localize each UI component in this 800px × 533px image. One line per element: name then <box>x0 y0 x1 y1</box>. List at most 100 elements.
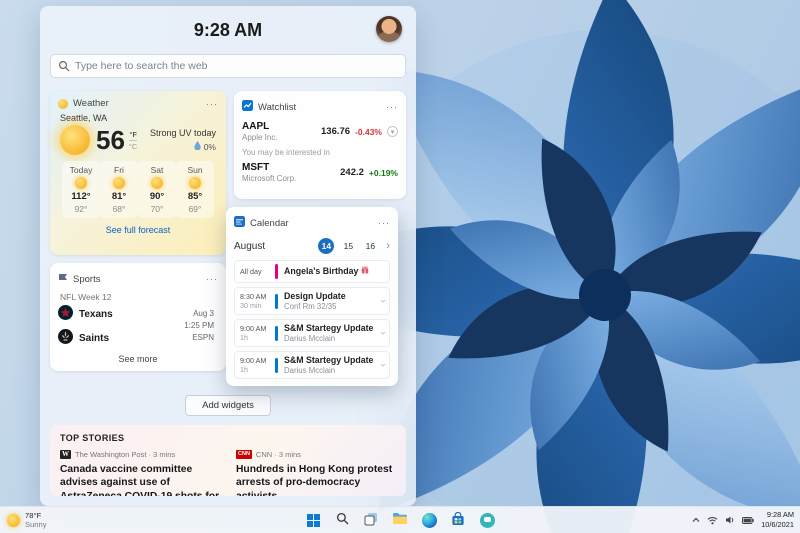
forecast-row: Today 112° 92° Fri 81° 68° Sat 90° 70° S… <box>58 159 218 218</box>
taskbar-weather-temp: 78°F <box>25 510 42 520</box>
widgets-column-left: Weather ··· Seattle, WA 56 °F °C Strong … <box>50 91 226 386</box>
event-expand-chevron-icon[interactable]: › <box>377 363 388 366</box>
forecast-day[interactable]: Sun 85° 69° <box>176 161 214 218</box>
unit-fahrenheit-toggle[interactable]: °F <box>129 130 137 139</box>
tray-date: 10/6/2021 <box>761 520 794 529</box>
tray-chevron-up-icon[interactable] <box>692 517 700 523</box>
event-expand-chevron-icon[interactable]: › <box>377 331 388 334</box>
microsoft-store-button[interactable] <box>448 510 468 530</box>
forecast-day[interactable]: Fri 81° 68° <box>100 161 138 218</box>
weather-more-button[interactable]: ··· <box>206 99 218 108</box>
task-view-button[interactable] <box>361 510 381 530</box>
forecast-high: 112° <box>71 191 91 202</box>
watchlist-more-button[interactable]: ··· <box>386 103 398 112</box>
network-wifi-icon[interactable] <box>707 516 718 525</box>
news-article[interactable]: CNN CNN · 3 mins Hundreds in Hong Kong p… <box>236 450 396 496</box>
game-time: 1:25 PM <box>184 321 214 330</box>
unit-celsius-toggle[interactable]: °C <box>128 139 138 151</box>
event-subtitle: Darius Mcclain <box>284 366 336 375</box>
calendar-event[interactable]: 8:30 AM 30 min Design Update Conf Rm 32/… <box>234 287 390 315</box>
forecast-low: 70° <box>150 204 164 214</box>
forecast-day[interactable]: Sat 90° 70° <box>138 161 176 218</box>
teams-chat-button[interactable] <box>477 510 497 530</box>
calendar-widget[interactable]: Calendar ··· August 14 15 16 › All day A… <box>226 207 398 386</box>
start-button[interactable] <box>303 510 323 530</box>
watchlist-widget[interactable]: Watchlist ··· AAPL Apple Inc. 136.76 -0.… <box>234 91 406 199</box>
article-headline: Canada vaccine committee advises against… <box>60 464 219 496</box>
stock-row-msft[interactable]: MSFT Microsoft Corp. 242.2 +0.19% <box>242 162 398 183</box>
stock-row-aapl[interactable]: AAPL Apple Inc. 136.76 -0.43% ▾ <box>242 121 398 142</box>
folder-icon <box>392 512 408 528</box>
event-duration: 1h <box>240 333 248 342</box>
sports-more-button[interactable]: ··· <box>206 275 218 284</box>
taskbar: 78°F Sunny 9:28 AM 10/6/2021 <box>0 506 800 533</box>
search-icon <box>336 512 349 528</box>
forecast-low: 92° <box>74 204 88 214</box>
stock-change: -0.43% <box>355 126 382 137</box>
event-color-bar <box>275 325 278 341</box>
cnn-logo-icon: CNN <box>236 450 252 459</box>
date-pill-selected[interactable]: 14 <box>318 238 335 254</box>
sun-icon <box>189 177 201 189</box>
sports-widget[interactable]: Sports ··· NFL Week 12 Texans Saints Aug… <box>50 263 226 371</box>
edge-button[interactable] <box>419 510 439 530</box>
event-duration: 30 min <box>240 301 262 310</box>
washington-post-logo-icon: W <box>60 450 71 459</box>
taskbar-weather-button[interactable]: 78°F Sunny <box>7 511 47 530</box>
event-title: Angela's Birthday <box>284 266 359 276</box>
forecast-day[interactable]: Today 112° 92° <box>62 161 100 218</box>
tray-clock[interactable]: 9:28 AM 10/6/2021 <box>761 510 794 530</box>
weather-widget[interactable]: Weather ··· Seattle, WA 56 °F °C Strong … <box>50 91 226 255</box>
system-tray: 9:28 AM 10/6/2021 <box>692 510 794 530</box>
stock-company: Apple Inc. <box>242 133 278 142</box>
stock-symbol: AAPL <box>242 121 270 132</box>
sports-title: Sports <box>73 273 101 285</box>
file-explorer-button[interactable] <box>390 510 410 530</box>
match-row[interactable]: Texans Saints Aug 3 1:25 PM ESPN <box>58 305 218 347</box>
game-date: Aug 3 <box>193 309 214 318</box>
weather-condition: Strong UV today <box>149 128 216 138</box>
news-article[interactable]: W The Washington Post · 3 mins Canada va… <box>60 450 220 496</box>
see-more-link[interactable]: See more <box>58 354 218 364</box>
calendar-event[interactable]: All day Angela's Birthday <box>234 260 390 283</box>
stock-price: 136.76 <box>321 126 351 137</box>
see-full-forecast-link[interactable]: See full forecast <box>58 225 218 235</box>
event-color-bar <box>275 264 278 279</box>
add-widgets-button[interactable]: Add widgets <box>185 395 271 416</box>
taskbar-search-button[interactable] <box>332 510 352 530</box>
saints-logo-icon <box>58 329 73 347</box>
sun-icon <box>113 177 125 189</box>
taskbar-weather-condition: Sunny <box>25 520 47 529</box>
edge-icon <box>421 512 437 528</box>
event-time: All day <box>240 266 262 276</box>
team-name: Texans <box>79 308 113 320</box>
top-stories-heading: TOP STORIES <box>60 433 125 443</box>
event-duration: 1h <box>240 365 248 374</box>
top-stories-section: TOP STORIES W The Washington Post · 3 mi… <box>50 425 406 496</box>
league-label: NFL Week 12 <box>60 292 112 302</box>
calendar-event[interactable]: 9:00 AM 1h S&M Startegy Update Darius Mc… <box>234 351 390 379</box>
forecast-high: 90° <box>149 191 165 202</box>
calendar-event[interactable]: 9:00 AM 1h S&M Startegy Update Darius Mc… <box>234 319 390 347</box>
windows-logo-icon <box>306 513 320 527</box>
volume-icon[interactable] <box>725 515 735 525</box>
event-expand-chevron-icon[interactable]: › <box>377 299 388 302</box>
panel-clock: 9:28 AM <box>193 19 263 40</box>
sun-icon <box>151 177 163 189</box>
event-subtitle: Darius Mcclain <box>284 334 336 343</box>
weather-widget-icon <box>58 98 68 109</box>
taskbar-weather-sun-icon <box>7 513 20 527</box>
game-network: ESPN <box>192 333 214 342</box>
battery-icon[interactable] <box>742 516 754 524</box>
avatar[interactable] <box>376 16 402 42</box>
calendar-next-chevron-icon[interactable]: › <box>386 240 390 252</box>
date-pill[interactable]: 16 <box>362 238 378 254</box>
gift-icon <box>361 266 369 276</box>
search-input[interactable] <box>50 54 406 78</box>
stock-trend-icon[interactable]: ▾ <box>387 126 398 137</box>
date-pill[interactable]: 15 <box>340 238 356 254</box>
tray-time: 9:28 AM <box>766 510 794 520</box>
event-title: S&M Startegy Update <box>284 323 374 333</box>
calendar-more-button[interactable]: ··· <box>378 219 390 228</box>
weather-location: Seattle, WA <box>60 113 108 123</box>
